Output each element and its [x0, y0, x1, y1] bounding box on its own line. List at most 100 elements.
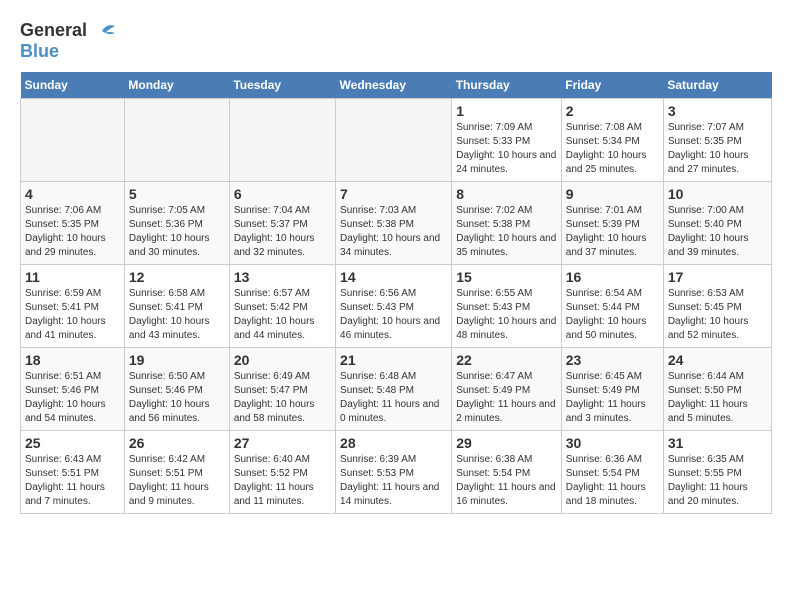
calendar-cell: 23Sunrise: 6:45 AMSunset: 5:49 PMDayligh… — [561, 348, 663, 431]
day-info: Sunrise: 7:05 AMSunset: 5:36 PMDaylight:… — [129, 204, 225, 260]
day-info: Sunrise: 6:56 AMSunset: 5:43 PMDaylight:… — [340, 287, 447, 343]
day-number: 5 — [129, 186, 225, 202]
day-number: 1 — [456, 103, 557, 119]
calendar-cell — [229, 99, 335, 182]
day-number: 4 — [25, 186, 120, 202]
day-header-saturday: Saturday — [663, 72, 771, 99]
day-info: Sunrise: 6:59 AMSunset: 5:41 PMDaylight:… — [25, 287, 120, 343]
calendar-cell — [336, 99, 452, 182]
day-info: Sunrise: 6:53 AMSunset: 5:45 PMDaylight:… — [668, 287, 767, 343]
day-info: Sunrise: 6:35 AMSunset: 5:55 PMDaylight:… — [668, 453, 767, 509]
day-header-thursday: Thursday — [452, 72, 562, 99]
day-number: 12 — [129, 269, 225, 285]
day-info: Sunrise: 7:09 AMSunset: 5:33 PMDaylight:… — [456, 121, 557, 177]
day-header-monday: Monday — [124, 72, 229, 99]
logo-bird-icon — [87, 21, 117, 41]
calendar-table: SundayMondayTuesdayWednesdayThursdayFrid… — [20, 72, 772, 514]
day-number: 31 — [668, 435, 767, 451]
calendar-cell: 16Sunrise: 6:54 AMSunset: 5:44 PMDayligh… — [561, 265, 663, 348]
calendar-cell: 10Sunrise: 7:00 AMSunset: 5:40 PMDayligh… — [663, 182, 771, 265]
day-number: 10 — [668, 186, 767, 202]
day-info: Sunrise: 6:42 AMSunset: 5:51 PMDaylight:… — [129, 453, 225, 509]
day-info: Sunrise: 6:44 AMSunset: 5:50 PMDaylight:… — [668, 370, 767, 426]
calendar-cell: 25 Sunrise: 6:43 AMSunset: 5:51 PMDayligh… — [21, 431, 125, 514]
header: General Blue — [20, 20, 772, 62]
calendar-cell: 18 Sunrise: 6:51 AMSunset: 5:46 PMDayligh… — [21, 348, 125, 431]
calendar-cell: 19 Sunrise: 6:50 AMSunset: 5:46 PMDayligh… — [124, 348, 229, 431]
calendar-cell: 14 Sunrise: 6:56 AMSunset: 5:43 PMDayligh… — [336, 265, 452, 348]
day-info: Sunrise: 6:36 AMSunset: 5:54 PMDaylight:… — [566, 453, 659, 509]
day-number: 15 — [456, 269, 557, 285]
day-number: 13 — [234, 269, 331, 285]
day-number: 16 — [566, 269, 659, 285]
day-info: Sunrise: 6:51 AMSunset: 5:46 PMDaylight:… — [25, 370, 120, 426]
day-info: Sunrise: 7:08 AMSunset: 5:34 PMDaylight:… — [566, 121, 659, 177]
day-info: Sunrise: 6:55 AMSunset: 5:43 PMDaylight:… — [456, 287, 557, 343]
calendar-cell: 27Sunrise: 6:40 AMSunset: 5:52 PMDayligh… — [229, 431, 335, 514]
day-header-sunday: Sunday — [21, 72, 125, 99]
calendar-cell: 4 Sunrise: 7:06 AMSunset: 5:35 PMDaylight… — [21, 182, 125, 265]
week-row-1: 1 Sunrise: 7:09 AMSunset: 5:33 PMDaylight… — [21, 99, 772, 182]
day-header-friday: Friday — [561, 72, 663, 99]
header-row: SundayMondayTuesdayWednesdayThursdayFrid… — [21, 72, 772, 99]
day-number: 8 — [456, 186, 557, 202]
day-number: 24 — [668, 352, 767, 368]
day-number: 18 — [25, 352, 120, 368]
calendar-cell: 5 Sunrise: 7:05 AMSunset: 5:36 PMDaylight… — [124, 182, 229, 265]
day-info: Sunrise: 7:04 AMSunset: 5:37 PMDaylight:… — [234, 204, 331, 260]
calendar-cell: 11 Sunrise: 6:59 AMSunset: 5:41 PMDayligh… — [21, 265, 125, 348]
calendar-cell: 22 Sunrise: 6:47 AMSunset: 5:49 PMDayligh… — [452, 348, 562, 431]
calendar-cell: 20 Sunrise: 6:49 AMSunset: 5:47 PMDayligh… — [229, 348, 335, 431]
day-info: Sunrise: 6:50 AMSunset: 5:46 PMDaylight:… — [129, 370, 225, 426]
day-number: 7 — [340, 186, 447, 202]
calendar-cell: 17 Sunrise: 6:53 AMSunset: 5:45 PMDayligh… — [663, 265, 771, 348]
calendar-cell: 28Sunrise: 6:39 AMSunset: 5:53 PMDayligh… — [336, 431, 452, 514]
day-number: 25 — [25, 435, 120, 451]
day-number: 29 — [456, 435, 557, 451]
week-row-2: 4 Sunrise: 7:06 AMSunset: 5:35 PMDaylight… — [21, 182, 772, 265]
day-info: Sunrise: 6:58 AMSunset: 5:41 PMDaylight:… — [129, 287, 225, 343]
calendar-cell: 8 Sunrise: 7:02 AMSunset: 5:38 PMDaylight… — [452, 182, 562, 265]
logo: General Blue — [20, 20, 117, 62]
day-number: 3 — [668, 103, 767, 119]
calendar-cell: 1 Sunrise: 7:09 AMSunset: 5:33 PMDaylight… — [452, 99, 562, 182]
day-number: 17 — [668, 269, 767, 285]
week-row-3: 11 Sunrise: 6:59 AMSunset: 5:41 PMDayligh… — [21, 265, 772, 348]
calendar-cell: 13 Sunrise: 6:57 AMSunset: 5:42 PMDayligh… — [229, 265, 335, 348]
day-info: Sunrise: 6:47 AMSunset: 5:49 PMDaylight:… — [456, 370, 557, 426]
day-info: Sunrise: 6:49 AMSunset: 5:47 PMDaylight:… — [234, 370, 331, 426]
calendar-cell: 15 Sunrise: 6:55 AMSunset: 5:43 PMDayligh… — [452, 265, 562, 348]
day-number: 26 — [129, 435, 225, 451]
calendar-cell: 31 Sunrise: 6:35 AMSunset: 5:55 PMDayligh… — [663, 431, 771, 514]
day-info: Sunrise: 6:39 AMSunset: 5:53 PMDaylight:… — [340, 453, 447, 509]
day-number: 20 — [234, 352, 331, 368]
day-number: 6 — [234, 186, 331, 202]
day-number: 19 — [129, 352, 225, 368]
calendar-cell: 29 Sunrise: 6:38 AMSunset: 5:54 PMDayligh… — [452, 431, 562, 514]
day-number: 22 — [456, 352, 557, 368]
day-header-wednesday: Wednesday — [336, 72, 452, 99]
day-info: Sunrise: 7:07 AMSunset: 5:35 PMDaylight:… — [668, 121, 767, 177]
day-number: 27 — [234, 435, 331, 451]
day-number: 14 — [340, 269, 447, 285]
calendar-cell: 24 Sunrise: 6:44 AMSunset: 5:50 PMDayligh… — [663, 348, 771, 431]
logo-general-text: General — [20, 20, 87, 41]
day-number: 11 — [25, 269, 120, 285]
day-info: Sunrise: 7:03 AMSunset: 5:38 PMDaylight:… — [340, 204, 447, 260]
week-row-5: 25 Sunrise: 6:43 AMSunset: 5:51 PMDayligh… — [21, 431, 772, 514]
day-number: 9 — [566, 186, 659, 202]
day-info: Sunrise: 6:57 AMSunset: 5:42 PMDaylight:… — [234, 287, 331, 343]
day-info: Sunrise: 7:01 AMSunset: 5:39 PMDaylight:… — [566, 204, 659, 260]
day-number: 2 — [566, 103, 659, 119]
day-info: Sunrise: 6:38 AMSunset: 5:54 PMDaylight:… — [456, 453, 557, 509]
calendar-cell — [124, 99, 229, 182]
calendar-cell: 26 Sunrise: 6:42 AMSunset: 5:51 PMDayligh… — [124, 431, 229, 514]
day-info: Sunrise: 6:43 AMSunset: 5:51 PMDaylight:… — [25, 453, 120, 509]
calendar-cell: 6 Sunrise: 7:04 AMSunset: 5:37 PMDaylight… — [229, 182, 335, 265]
calendar-cell: 12 Sunrise: 6:58 AMSunset: 5:41 PMDayligh… — [124, 265, 229, 348]
day-info: Sunrise: 7:02 AMSunset: 5:38 PMDaylight:… — [456, 204, 557, 260]
calendar-cell: 7 Sunrise: 7:03 AMSunset: 5:38 PMDaylight… — [336, 182, 452, 265]
calendar-cell: 9 Sunrise: 7:01 AMSunset: 5:39 PMDaylight… — [561, 182, 663, 265]
calendar-cell: 3 Sunrise: 7:07 AMSunset: 5:35 PMDaylight… — [663, 99, 771, 182]
day-info: Sunrise: 7:06 AMSunset: 5:35 PMDaylight:… — [25, 204, 120, 260]
